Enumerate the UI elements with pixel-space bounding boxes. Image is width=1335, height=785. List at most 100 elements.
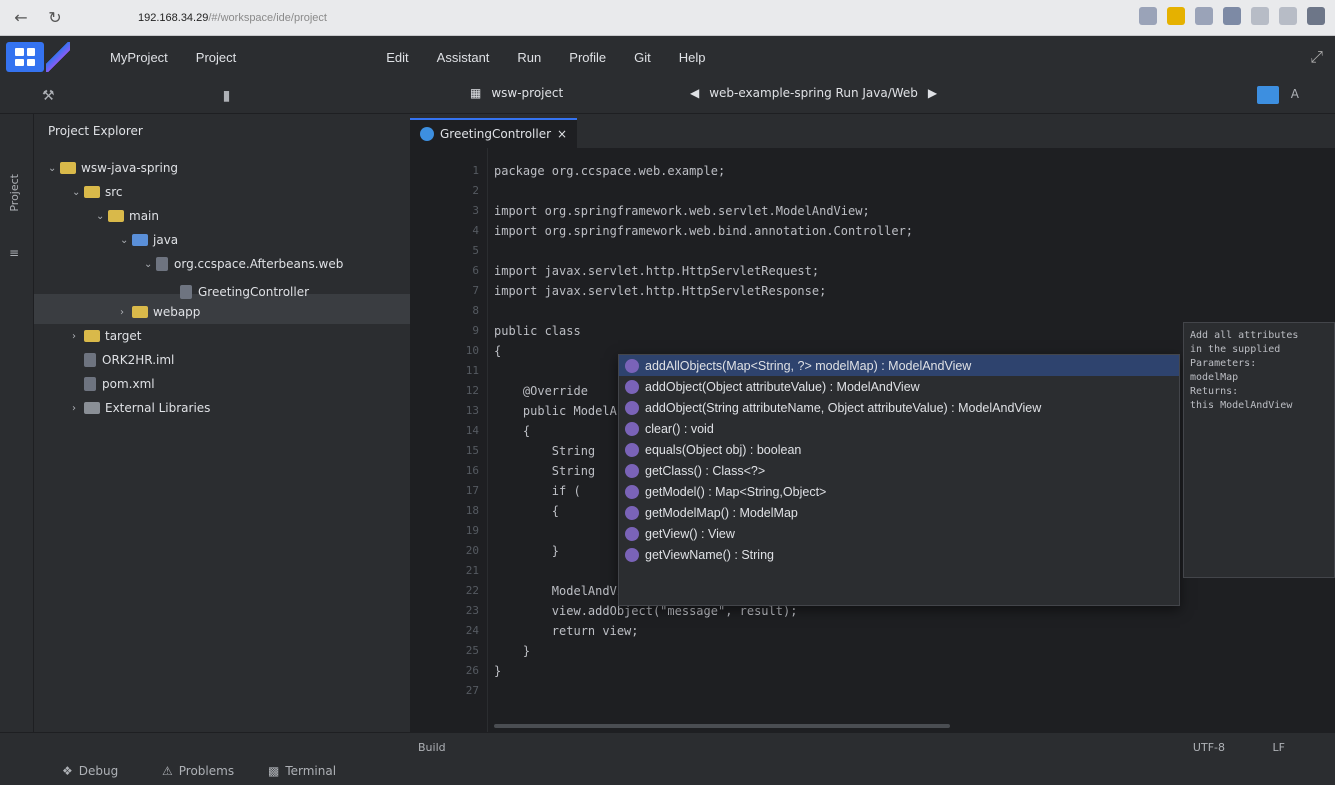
menu-help[interactable]: Help [679, 50, 706, 65]
tree-item[interactable]: ⌄ src [72, 182, 123, 202]
app-grid-icon[interactable] [6, 42, 44, 72]
code-line: String [494, 464, 596, 478]
line-number: 4 [472, 224, 479, 237]
window-icon[interactable] [1223, 7, 1241, 25]
address-bar[interactable]: 192.168.34.29/#/workspace/ide/project [138, 12, 438, 24]
tab-greetingcontroller[interactable]: GreetingController × [410, 118, 578, 148]
reload-icon[interactable]: ↻ [42, 6, 68, 30]
method-icon [625, 463, 639, 478]
hammer-icon[interactable]: ⚒ [42, 88, 55, 104]
menu-myproject[interactable]: MyProject [110, 50, 168, 65]
chevron-right-icon[interactable]: › [120, 307, 132, 318]
line-number: 7 [472, 284, 479, 297]
completion-item[interactable]: addObject(Object attributeValue) : Model… [619, 376, 1179, 397]
tree-item-label: pom.xml [102, 377, 155, 391]
method-icon [625, 421, 639, 436]
tree-item-label: GreetingController [198, 285, 310, 299]
menu-project[interactable]: Project [196, 50, 236, 65]
tree-item[interactable]: › External Libraries [72, 398, 210, 418]
project-tool-label[interactable]: Project [8, 174, 21, 212]
tree-item[interactable]: › target [72, 326, 142, 346]
completion-item[interactable]: getViewName() : String [619, 544, 1179, 565]
menu-profile[interactable]: Profile [569, 50, 606, 65]
address-path: /#/workspace/ide/project [208, 11, 327, 24]
share-icon[interactable] [1195, 7, 1213, 25]
editor-tabs: GreetingController × [410, 114, 1335, 148]
tree-item[interactable]: ⌄ org.ccspace.Afterbeans.web [144, 254, 343, 274]
build-status[interactable]: Build [418, 741, 446, 754]
code-line: } [494, 664, 502, 678]
completion-item[interactable]: getClass() : Class<?> [619, 460, 1179, 481]
folder-icon [108, 210, 124, 222]
folder-icon [60, 162, 76, 174]
back-arrow-icon[interactable]: ← [8, 6, 34, 30]
tree-item[interactable]: ⌄ main [96, 206, 159, 226]
completion-item[interactable]: equals(Object obj) : boolean [619, 439, 1179, 460]
tree-item[interactable]: GreetingController [168, 282, 309, 302]
project-icon: ▦ [470, 86, 482, 100]
chevron-down-icon[interactable]: ⌄ [120, 235, 132, 246]
extension-icon[interactable] [1139, 7, 1157, 25]
chevron-down-icon[interactable]: ⌄ [96, 211, 108, 222]
tree-item[interactable]: ⌄ java [120, 230, 178, 250]
font-size-icon[interactable]: A [1291, 87, 1299, 101]
completion-item-label: getViewName() : String [645, 547, 774, 562]
close-icon[interactable]: × [557, 127, 567, 141]
completion-item[interactable]: addObject(String attributeName, Object a… [619, 397, 1179, 418]
terminal-tool[interactable]: ▩ Terminal [268, 764, 336, 778]
chevron-right-icon[interactable]: › [72, 331, 84, 342]
line-number: 17 [465, 484, 479, 497]
chevron-down-icon[interactable]: ⌄ [144, 259, 156, 270]
settings-icon[interactable] [1279, 7, 1297, 25]
menu-run[interactable]: Run [517, 50, 541, 65]
line-ending-status[interactable]: LF [1273, 741, 1285, 754]
line-number: 6 [472, 264, 479, 277]
chevron-right-icon[interactable]: › [72, 403, 84, 414]
completion-item[interactable]: getView() : View [619, 523, 1179, 544]
expand-icon[interactable]: ⤢ [1310, 47, 1323, 67]
left-tool-strip: Project ≡ [0, 114, 34, 754]
method-icon [625, 526, 639, 541]
completion-item[interactable]: clear() : void [619, 418, 1179, 439]
method-icon [625, 484, 639, 499]
layout-icon[interactable] [1257, 86, 1279, 104]
chevron-down-icon[interactable]: ⌄ [72, 187, 84, 198]
completion-item[interactable]: addAllObjects(Map<String, ?> modelMap) :… [619, 355, 1179, 376]
package-icon [156, 257, 168, 271]
file-icon [84, 377, 96, 391]
class-icon [180, 285, 192, 299]
line-number: 24 [465, 624, 479, 637]
completion-item[interactable]: getModel() : Map<String,Object> [619, 481, 1179, 502]
completion-item[interactable]: getModelMap() : ModelMap [619, 502, 1179, 523]
menu-icon[interactable] [1307, 7, 1325, 25]
tree-item[interactable]: › webapp [120, 302, 200, 322]
code-line: import org.springframework.web.bind.anno… [494, 224, 914, 238]
problems-tool[interactable]: ⚠ Problems [162, 764, 234, 778]
tree-item-label: target [105, 329, 142, 343]
play-icon[interactable]: ▶ [928, 86, 937, 100]
line-number: 16 [465, 464, 479, 477]
menu-git[interactable]: Git [634, 50, 651, 65]
encoding-status[interactable]: UTF-8 [1193, 741, 1225, 754]
debug-tool[interactable]: ❖ Debug [62, 764, 118, 778]
line-number: 21 [465, 564, 479, 577]
project-selector[interactable]: ▦ wsw-project [470, 86, 563, 100]
save-icon[interactable]: ▮ [223, 88, 231, 104]
star-icon[interactable] [1167, 7, 1185, 25]
menu-edit[interactable]: Edit [386, 50, 408, 65]
structure-icon[interactable]: ≡ [9, 246, 19, 260]
jar-icon [84, 402, 100, 414]
tree-item[interactable]: pom.xml [72, 374, 155, 394]
code-completion-popup: addAllObjects(Map<String, ?> modelMap) :… [618, 354, 1180, 606]
project-panel-title[interactable]: Project Explorer [48, 124, 143, 138]
chevron-down-icon[interactable]: ⌄ [48, 163, 60, 174]
tree-item[interactable]: ⌄ wsw-java-spring [48, 158, 178, 178]
tree-item[interactable]: ORK2HR.iml [72, 350, 174, 370]
method-icon [625, 505, 639, 520]
clipboard-icon[interactable] [1251, 7, 1269, 25]
run-config-selector[interactable]: ◀ web-example-spring Run Java/Web ▶ [690, 86, 937, 100]
doc-line: Parameters: [1190, 358, 1257, 369]
horizontal-scrollbar[interactable] [494, 724, 950, 728]
menu-assistant[interactable]: Assistant [437, 50, 490, 65]
line-number: 27 [465, 684, 479, 697]
